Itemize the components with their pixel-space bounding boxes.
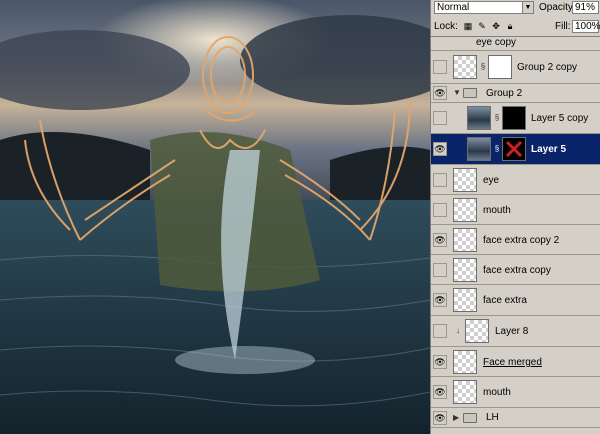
- hill: [0, 132, 150, 210]
- layer-group-row[interactable]: 👁︎ ▶ LH: [431, 408, 600, 428]
- layer-name: LH: [486, 412, 499, 423]
- move-lock-icon[interactable]: ✥: [491, 21, 501, 31]
- splash-ring: [175, 346, 315, 374]
- eye-icon[interactable]: 👁︎: [433, 411, 447, 425]
- eye-icon[interactable]: 👁︎: [433, 355, 447, 369]
- chevron-down-icon[interactable]: ▼: [522, 2, 533, 13]
- chain-link-icon[interactable]: §: [480, 62, 486, 71]
- layer-row[interactable]: § Layer 5 copy: [431, 103, 600, 134]
- layer-thumbnail: [467, 137, 491, 161]
- layer-thumbnail: [453, 350, 477, 374]
- layer-row[interactable]: mouth: [431, 195, 600, 225]
- layer-name: Layer 5: [531, 144, 567, 155]
- eye-icon[interactable]: 👁︎: [433, 385, 447, 399]
- brush-lock-icon[interactable]: ✎: [477, 21, 487, 31]
- layer-thumbnail: [453, 168, 477, 192]
- visibility-toggle[interactable]: [433, 324, 447, 338]
- layer-name: mouth: [483, 205, 511, 216]
- layer-row[interactable]: § Group 2 copy: [431, 51, 600, 84]
- layer-thumbnail: [453, 228, 477, 252]
- opacity-label: Opacity:: [539, 2, 576, 13]
- visibility-toggle[interactable]: [433, 60, 447, 74]
- layer-row[interactable]: 👁︎ face extra copy 2: [431, 225, 600, 255]
- layer-row[interactable]: ↓ Layer 8: [431, 316, 600, 347]
- layer-thumbnail: [453, 258, 477, 282]
- padlock-icon[interactable]: 🔒︎: [505, 21, 515, 31]
- layer-row[interactable]: 👁︎ face extra: [431, 285, 600, 316]
- image-canvas[interactable]: [0, 0, 430, 434]
- layer-mask-thumbnail: [502, 137, 526, 161]
- layer-thumbnail: [453, 55, 477, 79]
- layer-name: Face merged: [483, 357, 542, 368]
- layer-name: eye: [483, 175, 500, 186]
- layer-name: eye copy: [476, 37, 517, 48]
- clipping-arrow-icon: ↓: [456, 326, 460, 335]
- layer-row[interactable]: eye: [431, 165, 600, 195]
- layer-row[interactable]: eye copy: [431, 37, 600, 51]
- visibility-toggle[interactable]: [433, 263, 447, 277]
- checker-lock-icon[interactable]: ▦: [463, 21, 473, 31]
- eye-icon[interactable]: 👁︎: [433, 86, 447, 100]
- layer-name: Layer 5 copy: [531, 113, 589, 124]
- layer-thumbnail: [453, 198, 477, 222]
- mask-shape: [505, 140, 523, 158]
- folder-icon: [463, 88, 477, 98]
- blend-mode-select[interactable]: Normal ▼: [434, 1, 534, 14]
- eye-icon[interactable]: 👁︎: [433, 233, 447, 247]
- layer-thumbnail: [453, 380, 477, 404]
- chain-link-icon[interactable]: §: [494, 144, 500, 153]
- layer-mask-thumbnail: [502, 106, 526, 130]
- fill-field[interactable]: 100%: [572, 20, 600, 33]
- blend-mode-value: Normal: [437, 2, 470, 13]
- layers-list: eye copy § Group 2 copy 👁︎ ▼ Group 2 § L…: [431, 36, 600, 434]
- artwork: [0, 0, 430, 434]
- expand-triangle-icon[interactable]: ▼: [453, 88, 461, 97]
- lock-label: Lock:: [434, 21, 458, 32]
- layer-name: face extra: [483, 295, 527, 306]
- layer-name: Layer 8: [495, 326, 529, 337]
- layer-thumbnail: [453, 288, 477, 312]
- layer-row-selected[interactable]: 👁︎ § Layer 5: [431, 134, 600, 165]
- blend-opacity-row: Normal ▼ Opacity: 91%: [431, 0, 600, 16]
- layer-group-row[interactable]: 👁︎ ▼ Group 2: [431, 84, 600, 103]
- fill-label: Fill:: [555, 21, 571, 32]
- layer-name: mouth: [483, 387, 511, 398]
- layer-thumbnail: [467, 106, 491, 130]
- layer-name: face extra copy 2: [483, 235, 560, 246]
- eye-icon[interactable]: 👁︎: [433, 142, 447, 156]
- layer-row[interactable]: 👁︎ mouth: [431, 377, 600, 408]
- folder-icon: [463, 413, 477, 423]
- chain-link-icon[interactable]: §: [494, 113, 500, 122]
- layer-name: face extra copy: [483, 265, 551, 276]
- eye-icon[interactable]: 👁︎: [433, 293, 447, 307]
- visibility-toggle[interactable]: [433, 203, 447, 217]
- layer-thumbnail: [465, 319, 489, 343]
- layer-row[interactable]: 👁︎ Face merged: [431, 347, 600, 377]
- layer-name: Group 2 copy: [517, 62, 578, 73]
- expand-triangle-icon[interactable]: ▶: [453, 413, 459, 422]
- visibility-toggle[interactable]: [433, 111, 447, 125]
- layer-name: Group 2: [486, 88, 523, 99]
- visibility-toggle[interactable]: [433, 173, 447, 187]
- layer-row[interactable]: face extra copy: [431, 255, 600, 285]
- layer-mask-thumbnail: [488, 55, 512, 79]
- opacity-field[interactable]: 91%: [572, 1, 599, 14]
- layers-panel: Normal ▼ Opacity: 91% Lock: ▦ ✎ ✥ 🔒︎ Fil…: [430, 0, 600, 434]
